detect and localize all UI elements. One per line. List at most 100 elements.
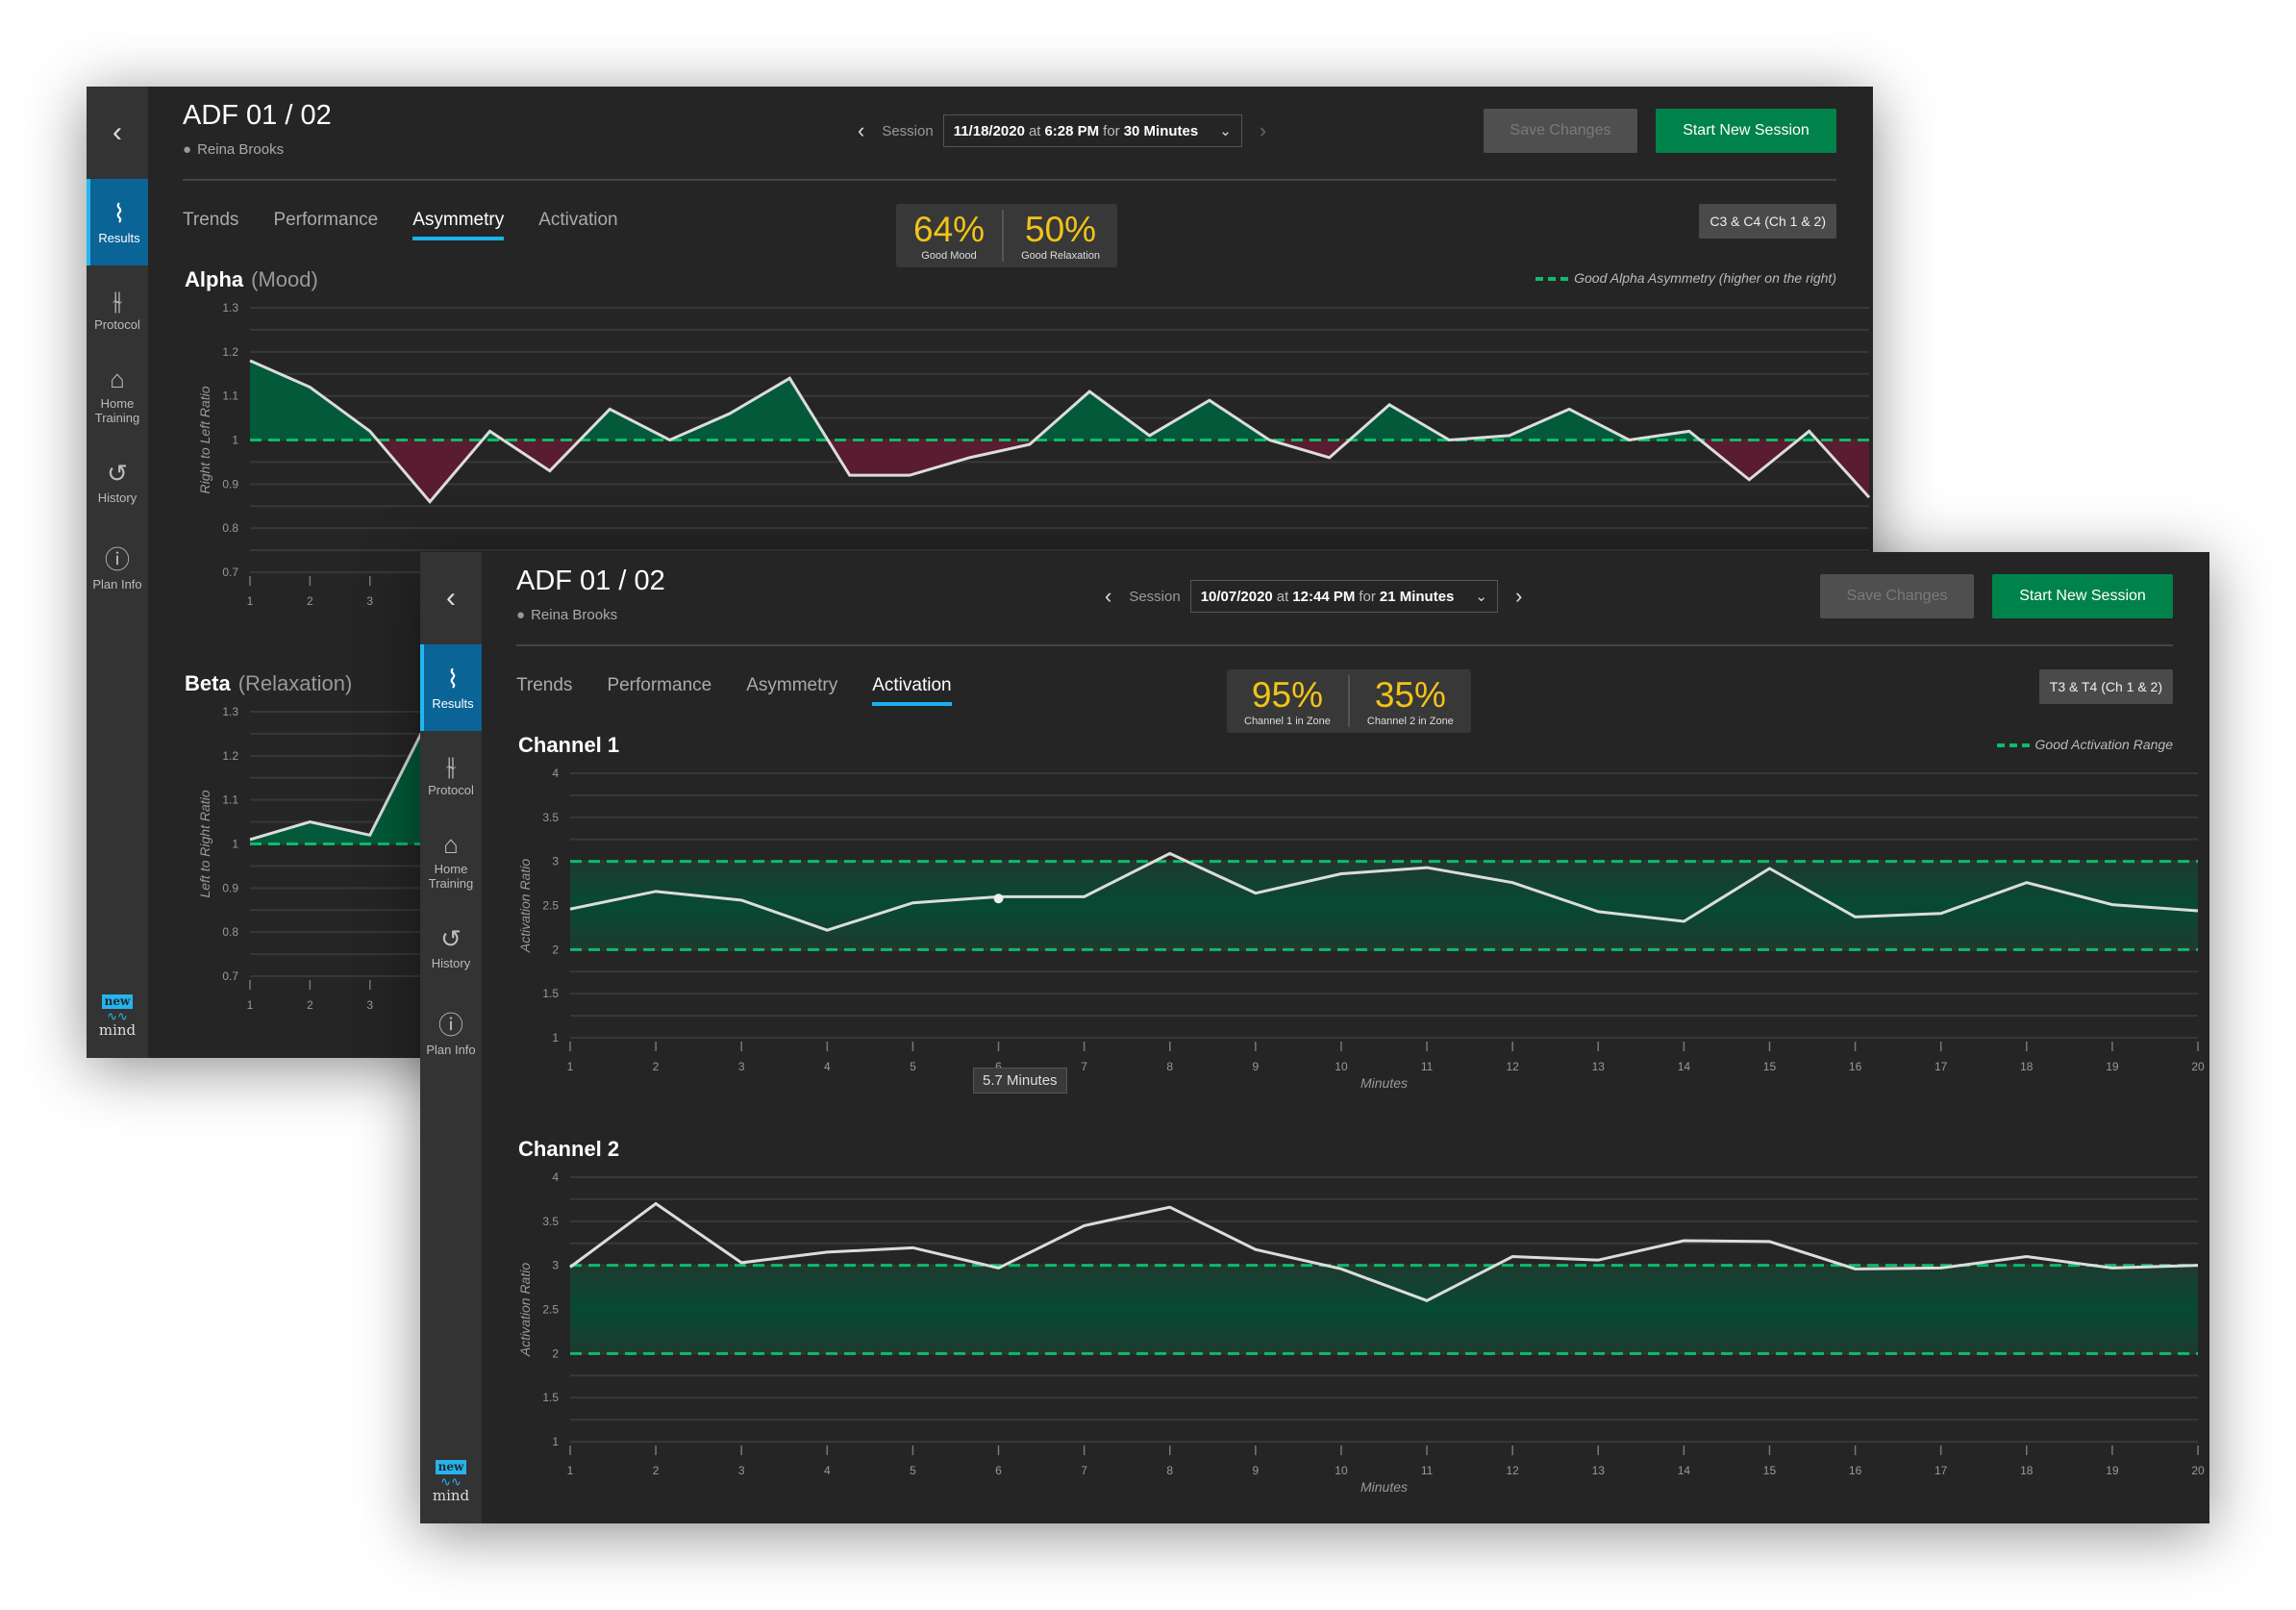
tab-activation[interactable]: Activation — [538, 210, 617, 240]
hover-marker — [993, 893, 1004, 904]
chevron-left-icon: ‹ — [112, 116, 122, 148]
sidebar-item-label: Plan Info — [92, 576, 142, 591]
tab-trends[interactable]: Trends — [516, 675, 572, 706]
sidebar-item-protocol[interactable]: ⫳ Protocol — [420, 731, 482, 818]
x-tick-label: 7 — [1081, 1464, 1087, 1477]
session-select[interactable]: 10/07/2020 at 12:44 PM for 21 Minutes ⌄ — [1189, 580, 1498, 613]
x-tick-label: 20 — [2191, 1464, 2205, 1477]
tab-asymmetry[interactable]: Asymmetry — [746, 675, 837, 706]
stat-item: 95% Channel 1 in Zone — [1227, 675, 1348, 727]
main-content: ADF 01 / 02 ● Reina Brooks ‹ Session 10/0… — [482, 552, 2209, 1523]
next-session-button[interactable]: › — [1260, 118, 1266, 143]
y-axis-label: Right to Left Ratio — [197, 386, 212, 493]
stat-item: 64% Good Mood — [896, 210, 1002, 262]
back-button[interactable]: ‹ — [420, 552, 482, 644]
results-tabs: Trends Performance Asymmetry Activation — [183, 210, 618, 240]
y-tick-label: 1 — [552, 1031, 559, 1044]
x-tick-label: 19 — [2106, 1464, 2119, 1477]
x-tick-label: 13 — [1592, 1060, 1606, 1073]
y-tick-label: 1.3 — [222, 301, 238, 314]
x-tick-label: 18 — [2020, 1464, 2034, 1477]
info-icon: ⓘ — [104, 544, 130, 574]
y-tick-label: 1.3 — [222, 705, 238, 718]
x-tick-label: 3 — [738, 1464, 745, 1477]
x-tick-label: 5 — [910, 1464, 916, 1477]
sidebar-item-plan-info[interactable]: ⓘ Plan Info — [87, 525, 148, 612]
x-tick-label: 3 — [366, 998, 373, 1012]
y-tick-label: 3.5 — [542, 1215, 559, 1228]
y-tick-label: 4 — [552, 1170, 559, 1184]
user-icon: ● — [516, 607, 526, 623]
channel-1-chart: 11.522.533.54Activation Ratio1 2 3 4 5 6 7 8 9 10… — [517, 767, 2205, 1091]
tab-performance[interactable]: Performance — [273, 210, 378, 240]
sidebar-item-label: Plan Info — [426, 1042, 476, 1057]
channel-select-button[interactable]: C3 & C4 (Ch 1 & 2) — [1699, 204, 1836, 239]
sidebar-item-label: Results — [432, 695, 474, 711]
sidebar-item-home-training[interactable]: ⌂ Home Training — [420, 818, 482, 904]
prev-session-button[interactable]: ‹ — [1105, 584, 1111, 609]
y-tick-label: 0.9 — [222, 477, 238, 491]
sidebar-item-results[interactable]: ⌇ Results — [87, 179, 148, 265]
start-new-session-button[interactable]: Start New Session — [1992, 574, 2173, 618]
x-tick-label: 3 — [366, 594, 373, 608]
x-tick-label: 2 — [307, 594, 313, 608]
x-tick-label: 11 — [1421, 1464, 1434, 1477]
sidebar-item-label: Protocol — [428, 782, 474, 797]
channel-select-button[interactable]: T3 & T4 (Ch 1 & 2) — [2038, 669, 2173, 704]
tab-trends[interactable]: Trends — [183, 210, 238, 240]
x-tick-label: 1 — [247, 594, 254, 608]
back-button[interactable]: ‹ — [87, 87, 148, 179]
tab-activation[interactable]: Activation — [872, 675, 952, 706]
y-tick-label: 1 — [232, 434, 238, 447]
chevron-down-icon: ⌄ — [1219, 123, 1232, 139]
area-above-threshold — [250, 716, 431, 844]
sidebar-item-history[interactable]: ↺ History — [87, 439, 148, 525]
stat-item: 50% Good Relaxation — [1002, 210, 1117, 262]
tab-asymmetry[interactable]: Asymmetry — [412, 210, 505, 240]
sidebar-item-label: History — [97, 490, 137, 505]
y-axis-label: Activation Ratio — [517, 859, 533, 953]
prev-session-button[interactable]: ‹ — [858, 118, 864, 143]
x-tick-label: 7 — [1081, 1060, 1087, 1073]
history-icon: ↺ — [107, 458, 128, 488]
sidebar-item-home-training[interactable]: ⌂ Home Training — [87, 352, 148, 439]
home-icon: ⌂ — [443, 830, 459, 859]
y-tick-label: 2 — [552, 1346, 559, 1360]
x-axis-label: Minutes — [1360, 1075, 1408, 1091]
session-select[interactable]: 11/18/2020 at 6:28 PM for 30 Minutes ⌄ — [942, 114, 1242, 147]
client-name: ● Reina Brooks — [516, 607, 618, 623]
x-tick-label: 2 — [307, 998, 313, 1012]
good-range-band — [570, 1265, 2198, 1354]
start-new-session-button[interactable]: Start New Session — [1656, 109, 1836, 153]
sidebar-item-plan-info[interactable]: ⓘ Plan Info — [420, 991, 482, 1077]
tab-performance[interactable]: Performance — [607, 675, 711, 706]
chevron-left-icon: ‹ — [446, 582, 456, 614]
x-tick-label: 2 — [653, 1464, 660, 1477]
x-tick-label: 20 — [2191, 1060, 2205, 1073]
sidebar-item-results[interactable]: ⌇ Results — [420, 644, 482, 731]
area-above-threshold — [250, 361, 1869, 440]
x-tick-label: 15 — [1763, 1464, 1777, 1477]
sidebar-item-protocol[interactable]: ⫳ Protocol — [87, 265, 148, 352]
y-tick-label: 0.9 — [222, 881, 238, 894]
x-tick-label: 1 — [567, 1060, 574, 1073]
y-tick-label: 4 — [552, 767, 559, 780]
sliders-icon: ⫳ — [112, 285, 123, 314]
save-changes-button[interactable]: Save Changes — [1820, 574, 1974, 618]
stat-label: Good Relaxation — [1021, 250, 1101, 262]
page-title: ADF 01 / 02 — [183, 100, 332, 131]
newmind-logo: new ∿∿ mind — [87, 993, 148, 1038]
legend-dash-icon — [1535, 277, 1569, 282]
next-session-button[interactable]: › — [1515, 584, 1522, 609]
save-changes-button[interactable]: Save Changes — [1484, 109, 1637, 153]
y-tick-label: 1 — [552, 1435, 559, 1448]
y-tick-label: 1.2 — [222, 345, 238, 359]
x-tick-label: 4 — [824, 1060, 831, 1073]
sliders-icon: ⫳ — [445, 750, 457, 780]
waveform-icon: ⌇ — [112, 198, 126, 228]
beta-title: Beta (Relaxation) — [185, 671, 353, 695]
sidebar-item-label: History — [431, 955, 471, 970]
sidebar-item-history[interactable]: ↺ History — [420, 904, 482, 991]
y-tick-label: 0.8 — [222, 521, 238, 535]
y-axis-label: Left to Right Ratio — [197, 790, 212, 897]
